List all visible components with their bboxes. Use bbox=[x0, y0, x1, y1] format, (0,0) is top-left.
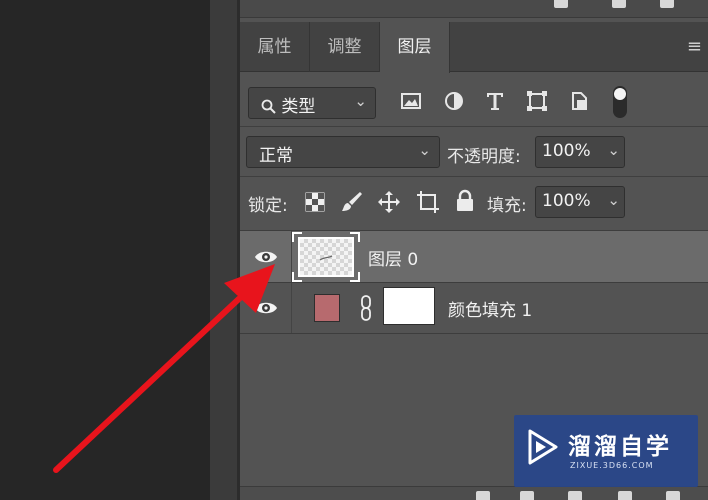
blend-mode-select[interactable]: 正常 ⌄ bbox=[246, 136, 440, 168]
trash-icon[interactable] bbox=[666, 491, 680, 500]
layer-filter-row: 类型 ⌄ bbox=[240, 80, 708, 122]
watermark: 溜溜自学 ZIXUE.3D66.COM bbox=[514, 415, 698, 487]
watermark-subtitle: ZIXUE.3D66.COM bbox=[570, 461, 654, 470]
filter-kind-label: 类型 bbox=[281, 97, 316, 117]
panel-dock-gutter bbox=[210, 0, 238, 500]
layer-row[interactable]: 颜色填充 1 bbox=[240, 282, 708, 333]
top-toolbar-strip bbox=[240, 0, 708, 18]
play-logo-icon bbox=[528, 429, 558, 465]
divider bbox=[240, 333, 708, 334]
new-group-icon[interactable] bbox=[554, 0, 568, 8]
lock-artboard-icon[interactable] bbox=[416, 190, 440, 214]
fill-label: 填充: bbox=[487, 196, 527, 216]
new-group-icon[interactable] bbox=[618, 491, 632, 500]
layer-mask-thumbnail[interactable] bbox=[383, 287, 435, 325]
smart-object-filter-icon[interactable] bbox=[568, 90, 590, 112]
panel-tabbar: 属性 调整 图层 ≡ bbox=[240, 22, 708, 73]
selection-frame-icon bbox=[292, 232, 360, 282]
chevron-down-icon: ⌄ bbox=[354, 92, 367, 110]
adjustment-filter-icon[interactable] bbox=[443, 90, 465, 112]
eye-icon[interactable] bbox=[254, 300, 278, 316]
blend-row: 正常 ⌄ 不透明度: 100% ⌄ bbox=[240, 134, 708, 170]
shape-filter-icon[interactable] bbox=[526, 90, 548, 112]
lock-row: 锁定: 填充: 100% ⌄ bbox=[240, 184, 708, 220]
panel-footer bbox=[240, 486, 708, 500]
filter-toggle-icon[interactable] bbox=[612, 85, 628, 119]
opacity-input[interactable]: 100% ⌄ bbox=[535, 136, 625, 168]
camera-icon[interactable] bbox=[612, 0, 626, 8]
divider bbox=[240, 126, 708, 127]
chevron-down-icon[interactable]: ⌄ bbox=[607, 191, 620, 209]
canvas-area bbox=[0, 0, 210, 500]
chevron-down-icon[interactable]: ⌄ bbox=[607, 141, 620, 159]
tab-properties[interactable]: 属性 bbox=[240, 22, 310, 72]
add-mask-icon[interactable] bbox=[568, 491, 582, 500]
visibility-toggle[interactable] bbox=[240, 231, 292, 283]
image-filter-icon[interactable] bbox=[400, 90, 422, 112]
add-style-icon[interactable] bbox=[520, 491, 534, 500]
hamburger-icon[interactable]: ≡ bbox=[687, 36, 702, 57]
layer-name[interactable]: 图层 0 bbox=[368, 245, 418, 270]
lock-label: 锁定: bbox=[248, 196, 288, 216]
lock-all-icon[interactable] bbox=[455, 189, 475, 213]
fill-value: 100% bbox=[542, 191, 591, 211]
filter-kind-select[interactable]: 类型 ⌄ bbox=[248, 87, 376, 119]
opacity-value: 100% bbox=[542, 141, 591, 161]
opacity-label: 不透明度: bbox=[447, 147, 521, 167]
trash-icon[interactable] bbox=[660, 0, 674, 8]
tab-adjustments[interactable]: 调整 bbox=[310, 22, 380, 72]
divider bbox=[240, 176, 708, 177]
search-icon bbox=[261, 99, 276, 114]
text-filter-icon[interactable] bbox=[484, 90, 506, 112]
lock-transparent-pixels-icon[interactable] bbox=[305, 192, 325, 212]
eye-icon[interactable] bbox=[254, 249, 278, 265]
fill-color-swatch[interactable] bbox=[314, 294, 340, 322]
fill-input[interactable]: 100% ⌄ bbox=[535, 186, 625, 218]
blend-mode-value: 正常 bbox=[259, 146, 293, 166]
lock-image-pixels-icon[interactable] bbox=[340, 190, 364, 214]
layer-row[interactable]: 图层 0 bbox=[240, 230, 708, 283]
tab-layers[interactable]: 图层 bbox=[380, 22, 450, 73]
lock-position-icon[interactable] bbox=[377, 190, 401, 214]
link-layers-icon[interactable] bbox=[476, 491, 490, 500]
chevron-down-icon: ⌄ bbox=[418, 141, 431, 159]
visibility-toggle[interactable] bbox=[240, 283, 292, 333]
layer-name[interactable]: 颜色填充 1 bbox=[448, 296, 532, 321]
chain-link-icon[interactable] bbox=[360, 295, 372, 321]
watermark-title: 溜溜自学 bbox=[568, 434, 672, 460]
